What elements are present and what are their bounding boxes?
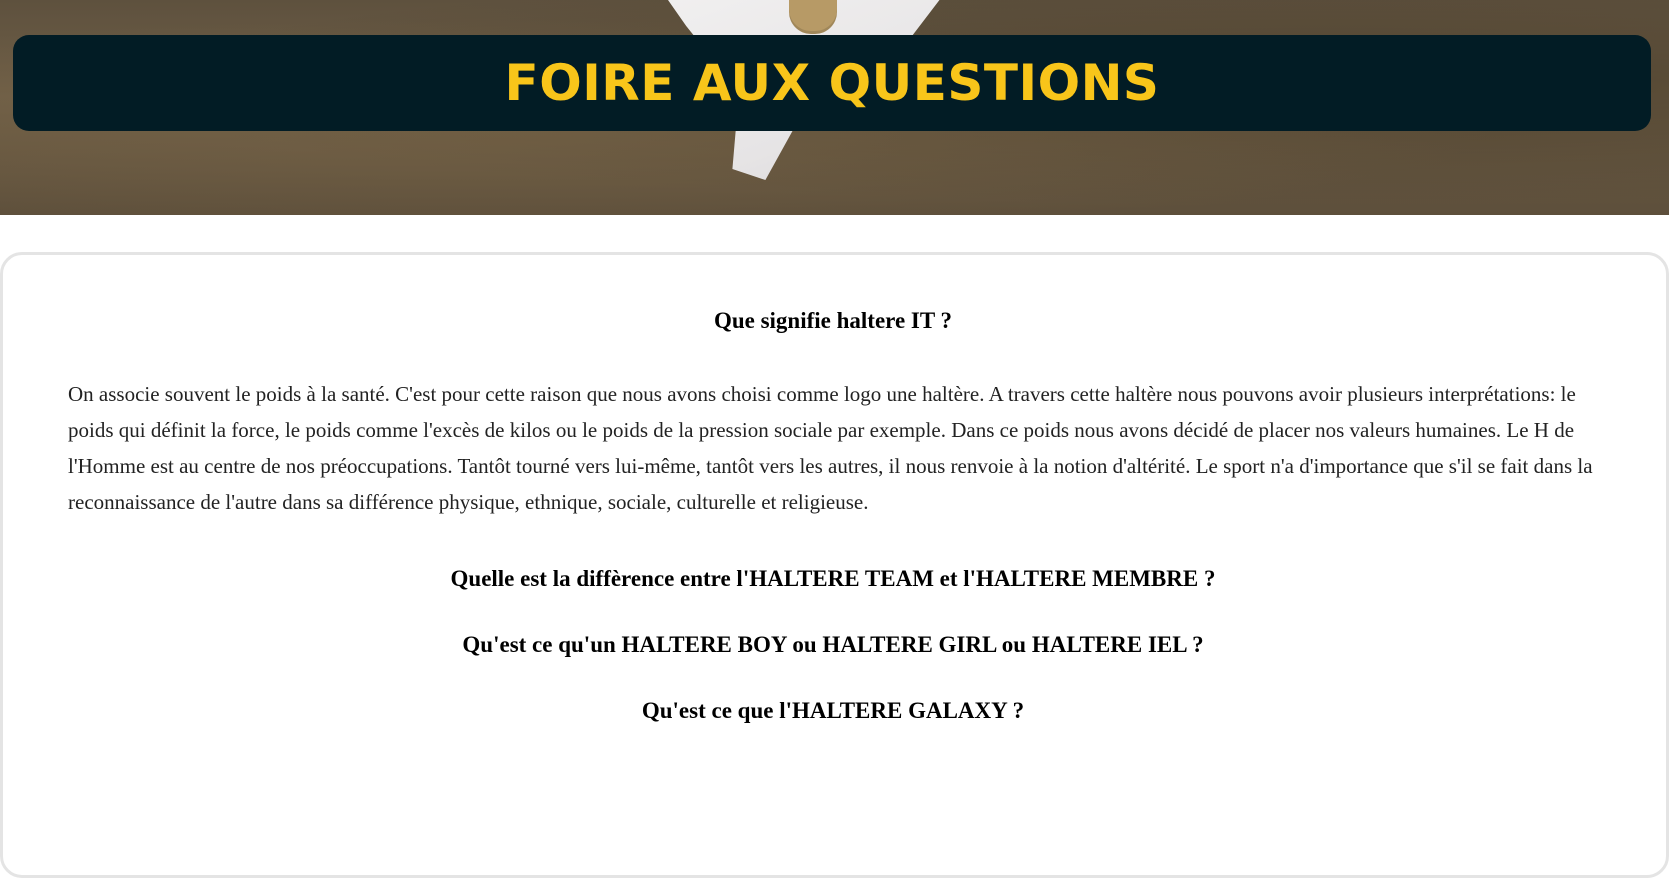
- faq-list: Que signifie haltere IT ? On associe sou…: [68, 308, 1598, 724]
- faq-answer: On associe souvent le poids à la santé. …: [68, 382, 1593, 514]
- title-banner: FOIRE AUX QUESTIONS: [13, 35, 1651, 131]
- faq-question[interactable]: Quelle est la diffèrence entre l'HALTERE…: [68, 566, 1598, 592]
- faq-question[interactable]: Qu'est ce que l'HALTERE GALAXY ?: [68, 698, 1598, 724]
- faq-question[interactable]: Que signifie haltere IT ?: [68, 308, 1598, 334]
- hero-background: FOIRE AUX QUESTIONS: [0, 0, 1669, 215]
- faq-question[interactable]: Qu'est ce qu'un HALTERE BOY ou HALTERE G…: [68, 632, 1598, 658]
- page-title: FOIRE AUX QUESTIONS: [504, 54, 1160, 112]
